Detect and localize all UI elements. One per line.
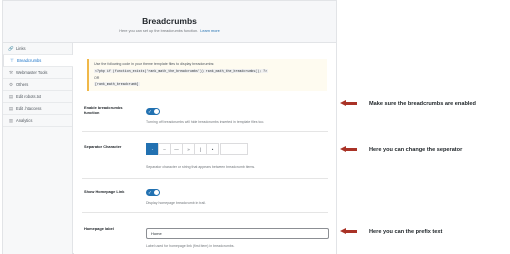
annotation-prefix: Here you can the prefix text (340, 228, 442, 235)
left-arrow-icon (340, 228, 357, 235)
sidebar-item-webmaster-tools[interactable]: ⚒ Webmaster Tools (3, 67, 72, 79)
breadcrumbs-icon: ⊤ (10, 57, 14, 63)
enable-breadcrumbs-toggle[interactable]: ✓ (146, 108, 160, 115)
enable-breadcrumbs-description: Turning off breadcrumbs will hide breadc… (146, 120, 265, 124)
sidebar-item-label: Edit .htaccess (16, 106, 42, 111)
separator-custom-input[interactable] (220, 143, 248, 155)
others-icon: ⚙ (8, 81, 14, 87)
page-description: Here you can set up the breadcrumbs func… (3, 29, 336, 33)
sidebar-item-htaccess[interactable]: ▤ Edit .htaccess (3, 103, 72, 115)
sidebar-item-label: Others (16, 82, 29, 87)
homepage-label-input[interactable] (146, 228, 329, 239)
annotation-enable: Make sure the breadcrumbs are enabled (340, 100, 476, 107)
shortcode-snippet: [rank_math_breadcrumb] (94, 81, 140, 86)
left-arrow-icon (340, 146, 357, 153)
divider (82, 178, 328, 179)
panel-header: Breadcrumbs Here you can set up the brea… (3, 1, 336, 43)
settings-panel: Breadcrumbs Here you can set up the brea… (2, 0, 337, 254)
sidebar-item-robots[interactable]: ▤ Edit robots.txt (3, 91, 72, 103)
homepage-label-description: Label used for homepage link (first item… (146, 244, 235, 248)
sidebar-item-label: Links (16, 46, 26, 51)
annotation-separator: Here you can change the seperator (340, 146, 462, 153)
sidebar-item-analytics[interactable]: ▥ Analytics (3, 115, 72, 127)
left-arrow-icon (340, 100, 357, 107)
separator-label: Separator Character (84, 144, 122, 149)
separator-options: - – — » | • (146, 143, 248, 155)
settings-sidebar: 🔗 Links ⊤ Breadcrumbs ⚒ Webmaster Tools … (3, 43, 73, 254)
sidebar-item-links[interactable]: 🔗 Links (3, 43, 72, 55)
check-icon: ✓ (148, 189, 152, 195)
check-icon: ✓ (148, 108, 152, 114)
sidebar-item-label: Webmaster Tools (16, 70, 48, 75)
sidebar-item-others[interactable]: ⚙ Others (3, 79, 72, 91)
show-homepage-label: Show Homepage Link (84, 189, 125, 194)
sidebar-item-label: Breadcrumbs (17, 58, 42, 63)
webmaster-tools-icon: ⚒ (8, 69, 14, 75)
page-title: Breadcrumbs (142, 16, 197, 26)
enable-breadcrumbs-label: Enable breadcrumbs function (84, 105, 123, 115)
php-code-snippet: <?php if (function_exists('rank_math_the… (94, 69, 269, 73)
separator-description: Separator character or string that appea… (146, 165, 256, 169)
learn-more-link[interactable]: Learn more (200, 29, 219, 33)
separator-option[interactable]: • (206, 143, 219, 155)
sidebar-item-label: Edit robots.txt (16, 94, 42, 99)
notice-text: Use the following code in your theme tem… (94, 62, 215, 66)
sidebar-item-breadcrumbs[interactable]: ⊤ Breadcrumbs (3, 55, 73, 67)
notice-or: OR (94, 75, 100, 80)
screenshot-stage: Breadcrumbs Here you can set up the brea… (0, 0, 510, 254)
show-homepage-toggle[interactable]: ✓ (146, 189, 160, 196)
annotation-text: Here you can change the seperator (369, 146, 463, 153)
toggle-knob (154, 190, 159, 195)
divider (82, 212, 328, 213)
homepage-label-label: Homepage label (84, 226, 114, 231)
code-notice: Use the following code in your theme tem… (87, 59, 327, 91)
annotation-text: Make sure the breadcrumbs are enabled (369, 100, 476, 107)
sidebar-item-label: Analytics (16, 118, 33, 123)
divider (82, 131, 328, 132)
htaccess-icon: ▤ (8, 105, 14, 111)
robots-icon: ▤ (8, 93, 14, 99)
link-icon: 🔗 (8, 45, 14, 51)
toggle-knob (154, 109, 159, 114)
page-description-text: Here you can set up the breadcrumbs func… (119, 29, 199, 33)
annotation-text: Here you can the prefix text (369, 228, 443, 235)
settings-content: Use the following code in your theme tem… (74, 43, 336, 254)
analytics-icon: ▥ (8, 117, 14, 123)
show-homepage-description: Display homepage breadcrumb in trail. (146, 201, 206, 205)
